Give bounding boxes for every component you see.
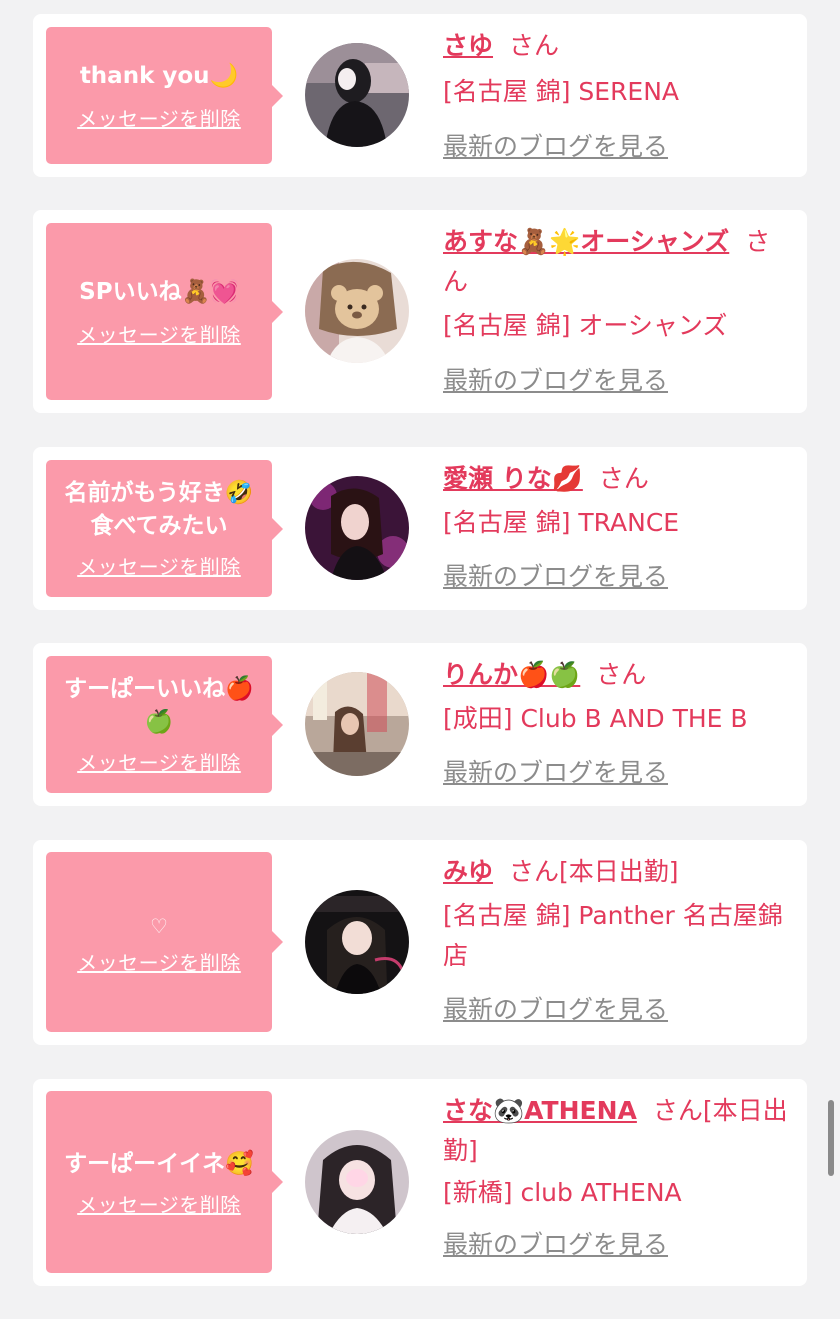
name-line: 愛瀬 りな💋 さん xyxy=(443,459,793,499)
scrollbar[interactable] xyxy=(828,1100,834,1176)
avatar[interactable] xyxy=(305,672,409,776)
message-list: thank you🌙 メッセージを削除 さゆ さん [名古屋 錦] SERENA … xyxy=(0,0,840,1319)
delete-message-link[interactable]: メッセージを削除 xyxy=(77,103,241,132)
shop-text: [名古屋 錦] SERENA xyxy=(443,77,680,106)
message-card: すーぱーいいね🍎🍏 メッセージを削除 りんか🍎🍏 さん [成田] Club B A… xyxy=(33,643,807,806)
message-card: ♡ メッセージを削除 みゆ さん[本日出勤] [名古屋 錦] Panther 名古… xyxy=(33,840,807,1045)
message-bubble: すーぱーいいね🍎🍏 メッセージを削除 xyxy=(46,656,283,793)
latest-blog-link[interactable]: 最新のブログを見る xyxy=(443,127,668,167)
latest-blog-link[interactable]: 最新のブログを見る xyxy=(443,361,668,401)
honorific: さん xyxy=(596,660,647,689)
latest-blog-link[interactable]: 最新のブログを見る xyxy=(443,557,668,597)
shop-text: [成田] Club B AND THE B xyxy=(443,704,748,733)
message-text: SPいいね🧸💓 xyxy=(79,279,239,305)
honorific: さん xyxy=(652,1096,703,1125)
message-text: すーぱーいいね🍎🍏 xyxy=(64,676,254,735)
delete-message-link[interactable]: メッセージを削除 xyxy=(77,947,241,976)
delete-message-link[interactable]: メッセージを削除 xyxy=(77,747,241,776)
honorific: さん xyxy=(509,857,560,886)
status-text: [本日出勤] xyxy=(559,857,679,886)
avatar[interactable] xyxy=(305,43,409,147)
latest-blog-link[interactable]: 最新のブログを見る xyxy=(443,753,668,793)
message-card: SPいいね🧸💓 メッセージを削除 あすな🧸🌟オーシャンズさん [名古屋 錦] xyxy=(33,210,807,413)
latest-blog-link[interactable]: 最新のブログを見る xyxy=(443,1225,668,1265)
avatar[interactable] xyxy=(305,259,409,363)
cast-name-link[interactable]: みゆ xyxy=(443,857,493,886)
message-bubble: SPいいね🧸💓 メッセージを削除 xyxy=(46,223,283,400)
message-bubble: ♡ メッセージを削除 xyxy=(46,852,283,1032)
cast-name-link[interactable]: 愛瀬 りな💋 xyxy=(443,464,583,493)
delete-message-link[interactable]: メッセージを削除 xyxy=(77,319,241,348)
message-bubble: thank you🌙 メッセージを削除 xyxy=(46,27,283,164)
message-text: 名前がもう好き🤣 食べてみたい xyxy=(64,480,254,539)
name-line: みゆ さん[本日出勤] xyxy=(443,852,793,892)
cast-name-link[interactable]: さな🐼ATHENA xyxy=(443,1096,637,1125)
message-text: すーぱーイイネ🥰 xyxy=(64,1150,254,1177)
avatar[interactable] xyxy=(305,1130,409,1234)
cast-name-link[interactable]: さゆ xyxy=(443,31,493,60)
message-card: thank you🌙 メッセージを削除 さゆ さん [名古屋 錦] SERENA … xyxy=(33,14,807,177)
message-bubble: すーぱーイイネ🥰 メッセージを削除 xyxy=(46,1091,283,1273)
latest-blog-link[interactable]: 最新のブログを見る xyxy=(443,990,668,1030)
cast-name-link[interactable]: りんか🍎🍏 xyxy=(443,660,580,689)
message-text: thank you🌙 xyxy=(79,63,239,89)
shop-text: [新橋] club ATHENA xyxy=(443,1178,682,1207)
message-card: 名前がもう好き🤣 食べてみたい メッセージを削除 愛瀬 りな💋 さん [名古屋 錦… xyxy=(33,447,807,610)
honorific: さん xyxy=(598,464,649,493)
message-text: ♡ xyxy=(150,913,168,938)
shop-text: [名古屋 錦] オーシャンズ xyxy=(443,311,728,340)
name-line: あすな🧸🌟オーシャンズ さん xyxy=(443,222,793,302)
shop-text: [名古屋 錦] TRANCE xyxy=(443,508,680,537)
delete-message-link[interactable]: メッセージを削除 xyxy=(77,551,241,580)
delete-message-link[interactable]: メッセージを削除 xyxy=(77,1189,241,1218)
cast-name-link[interactable]: あすな🧸🌟オーシャンズ xyxy=(443,227,729,256)
avatar[interactable] xyxy=(305,890,409,994)
name-line: りんか🍎🍏 さん xyxy=(443,655,793,695)
message-card: すーぱーイイネ🥰 メッセージを削除 さな🐼ATHENA さん[本日出勤] [新橋]… xyxy=(33,1079,807,1286)
name-line: さな🐼ATHENA さん[本日出勤] xyxy=(443,1091,793,1171)
avatar[interactable] xyxy=(305,476,409,580)
shop-text: [名古屋 錦] Panther 名古屋錦店 xyxy=(443,901,783,970)
message-bubble: 名前がもう好き🤣 食べてみたい メッセージを削除 xyxy=(46,460,283,597)
honorific: さん xyxy=(509,31,560,60)
name-line: さゆ さん xyxy=(443,26,793,66)
